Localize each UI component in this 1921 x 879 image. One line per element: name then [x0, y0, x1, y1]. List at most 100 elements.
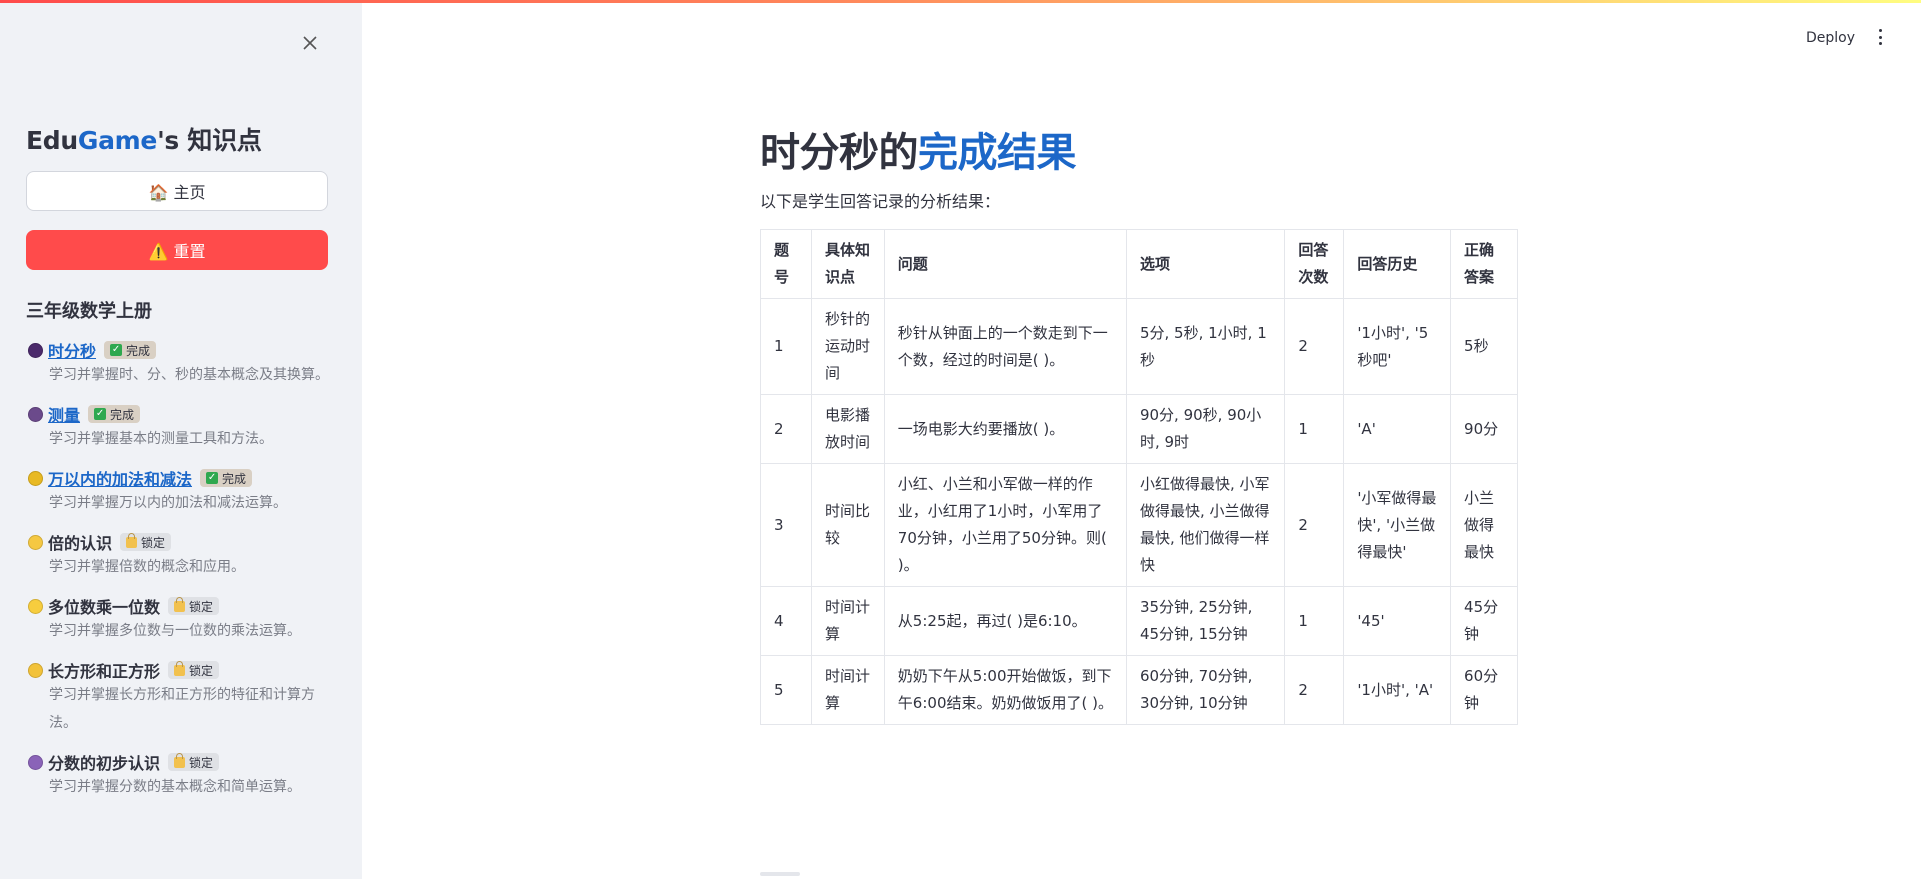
- reset-button-label: ⚠️ 重置: [148, 242, 206, 261]
- page-title: 时分秒的完成结果: [760, 130, 1077, 176]
- table-cell: 3: [760, 463, 812, 587]
- topic-link[interactable]: 测量: [48, 402, 80, 426]
- status-badge-label: 完成: [222, 471, 247, 486]
- home-button[interactable]: 🏠 主页: [26, 171, 328, 211]
- topic-item[interactable]: 时分秒 ✓ 完成学习并掌握时、分、秒的基本概念及其换算。: [28, 338, 338, 389]
- topic-item[interactable]: 测量 ✓ 完成学习并掌握基本的测量工具和方法。: [28, 402, 338, 453]
- table-cell: 4: [760, 586, 812, 656]
- table-cell: 小红、小兰和小军做一样的作业，小红用了1小时，小军用了70分钟，小兰用了50分钟…: [883, 463, 1127, 587]
- topic-item: 多位数乘一位数 锁定学习并掌握多位数与一位数的乘法运算。: [28, 594, 338, 645]
- status-badge-label: 锁定: [189, 663, 214, 678]
- topic-item-header: 倍的认识 锁定: [28, 530, 338, 554]
- topic-name: 多位数乘一位数: [48, 598, 161, 617]
- table-cell: 从5:25起，再过( )是6:10。: [883, 586, 1127, 656]
- table-cell: 奶奶下午从5:00开始做饭，到下午6:00结束。奶奶做饭用了( )。: [883, 655, 1127, 725]
- topic-description: 学习并掌握倍数的概念和应用。: [49, 559, 245, 575]
- lock-icon: [126, 532, 138, 548]
- table-cell: 2: [1284, 463, 1345, 587]
- check-icon: ✓: [94, 408, 107, 420]
- status-badge: ✓ 完成: [200, 469, 253, 487]
- table-cell: 1: [1284, 394, 1345, 464]
- table-cell: 时间计算: [810, 655, 885, 725]
- table-cell: 2: [1284, 298, 1345, 395]
- moon-phase-icon: [28, 342, 43, 358]
- table-header-row: 题号 具体知识点 问题 选项 回答次数 回答历史 正确答案: [760, 229, 1518, 299]
- reset-button[interactable]: ⚠️ 重置: [26, 230, 328, 270]
- table-cell: '小军做得最快', '小兰做得最快': [1343, 463, 1452, 587]
- main-menu-button[interactable]: [1876, 29, 1884, 45]
- lock-icon: [174, 752, 186, 768]
- kebab-dot: [1878, 35, 1882, 39]
- moon-phase-icon: [28, 534, 43, 550]
- table-row: 3 时间比较 小红、小兰和小军做一样的作业，小红用了1小时，小军用了70分钟，小兰用…: [760, 463, 1518, 587]
- status-badge-label: 锁定: [189, 755, 214, 770]
- table-cell: 1: [1284, 586, 1345, 656]
- column-header: 正确答案: [1450, 229, 1518, 299]
- status-badge-label: 锁定: [189, 599, 214, 614]
- table-cell: 1: [760, 298, 812, 395]
- table-cell: 'A': [1343, 394, 1452, 464]
- table-cell: 一场电影大约要播放( )。: [883, 394, 1127, 464]
- table-cell: 时间计算: [810, 586, 885, 656]
- table-row: 2 电影播放时间 一场电影大约要播放( )。 90分, 90秒, 90小时, 9时 1 '…: [760, 394, 1518, 464]
- moon-phase-icon: [28, 406, 43, 422]
- status-badge: ✓ 完成: [104, 341, 157, 359]
- table-cell: 秒针的运动时间: [810, 298, 885, 395]
- topic-link[interactable]: 时分秒: [48, 338, 96, 362]
- table-cell: '1小时', '5秒吧': [1343, 298, 1452, 395]
- column-header: 选项: [1125, 229, 1286, 299]
- topic-item[interactable]: 万以内的加法和减法 ✓ 完成学习并掌握万以内的加法和减法运算。: [28, 466, 338, 517]
- status-badge-label: 完成: [126, 343, 151, 358]
- table-cell: 2: [760, 394, 812, 464]
- table-cell: 90分, 90秒, 90小时, 9时: [1125, 394, 1286, 464]
- topic-description: 学习并掌握多位数与一位数的乘法运算。: [49, 623, 301, 639]
- table-cell: 60分钟, 70分钟, 30分钟, 10分钟: [1125, 655, 1286, 725]
- status-badge: 锁定: [168, 752, 220, 771]
- topic-name: 倍的认识: [48, 534, 113, 553]
- table-cell: 60分钟: [1450, 655, 1518, 725]
- table-cell: 电影播放时间: [810, 394, 885, 464]
- topic-item-header: 测量 ✓ 完成: [28, 402, 338, 426]
- next-content-peek: [760, 872, 800, 876]
- table-cell: 5秒: [1450, 298, 1518, 395]
- close-sidebar-button[interactable]: [298, 31, 322, 55]
- intro-text: 以下是学生回答记录的分析结果：: [760, 192, 1001, 211]
- grade-section-title: 三年级数学上册: [26, 301, 152, 322]
- topic-list: 时分秒 ✓ 完成 学习并掌握时、分、秒的基本概念及其换算。 测量 ✓ 完成 学习并掌握基本的测…: [28, 338, 338, 814]
- topic-item: 分数的初步认识 锁定 学习并掌握分数的基本概念和简单运算。: [28, 750, 338, 801]
- table-cell: 45分钟: [1450, 586, 1518, 656]
- table-cell: 35分钟, 25分钟, 45分钟, 15分钟: [1125, 586, 1286, 656]
- moon-phase-icon: [28, 598, 43, 614]
- topic-name: 长方形和正方形: [48, 662, 161, 681]
- table-cell: 秒针从钟面上的一个数走到下一个数，经过的时间是( )。: [883, 298, 1127, 395]
- topic-description: 学习并掌握万以内的加法和减法运算。: [49, 495, 287, 511]
- table-cell: '45': [1343, 586, 1452, 656]
- table-cell: 2: [1284, 655, 1345, 725]
- topic-description: 学习并掌握基本的测量工具和方法。: [49, 431, 273, 447]
- table-cell: 90分: [1450, 394, 1518, 464]
- status-badge: 锁定: [168, 660, 220, 679]
- topic-name: 分数的初步认识: [48, 754, 161, 773]
- topic-item-header: 分数的初步认识 锁定: [28, 750, 338, 774]
- topic-description: 学习并掌握时、分、秒的基本概念及其换算。: [49, 367, 329, 383]
- sidebar: EduGame's 知识点 🏠 主页 ⚠️ 重置 三年级数学上册 时分秒 ✓ 完成学…: [0, 3, 362, 879]
- table-cell: 小兰做得最快: [1450, 463, 1518, 587]
- status-badge-label: 完成: [110, 407, 135, 422]
- column-header: 问题: [883, 229, 1127, 299]
- topic-item-header: 万以内的加法和减法 ✓ 完成: [28, 466, 338, 490]
- moon-phase-icon: [28, 662, 43, 678]
- topic-item-header: 时分秒 ✓ 完成: [28, 338, 338, 362]
- topic-link[interactable]: 万以内的加法和减法: [48, 466, 192, 490]
- topic-item-header: 多位数乘一位数 锁定: [28, 594, 338, 618]
- column-header: 题号: [760, 229, 812, 299]
- deploy-button[interactable]: Deploy: [1806, 30, 1855, 46]
- topic-description: 学习并掌握长方形和正方形的特征和计算方法。: [49, 687, 315, 731]
- table-cell: 5分, 5秒, 1小时, 1秒: [1125, 298, 1286, 395]
- lock-icon: [174, 596, 186, 612]
- column-header: 回答历史: [1343, 229, 1452, 299]
- close-icon: [303, 36, 317, 50]
- status-badge-label: 锁定: [141, 535, 166, 550]
- lock-icon: [174, 660, 186, 676]
- sidebar-title: EduGame's 知识点: [26, 126, 262, 155]
- results-table: 题号 具体知识点 问题 选项 回答次数 回答历史 正确答案 1 秒针的运动时间 秒针…: [760, 229, 1518, 725]
